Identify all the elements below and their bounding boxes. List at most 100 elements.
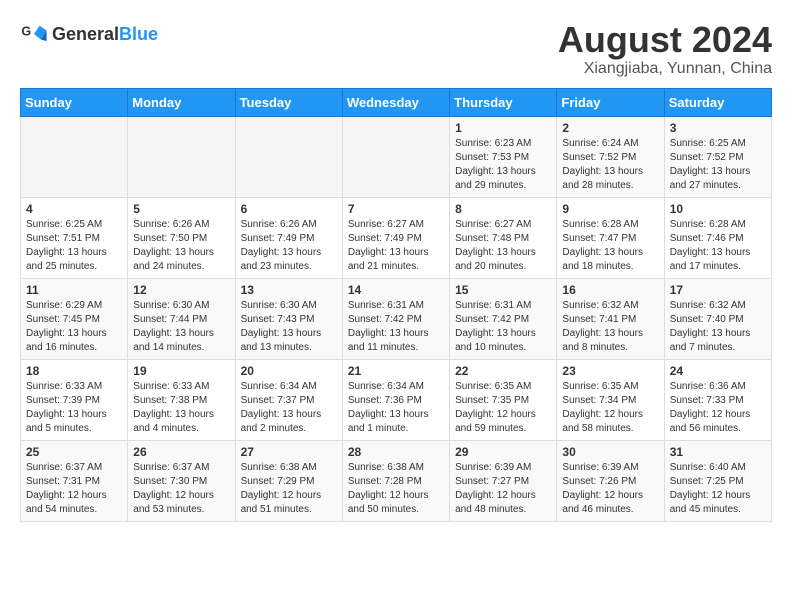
- day-info: Sunrise: 6:35 AM Sunset: 7:34 PM Dayligh…: [562, 380, 658, 436]
- calendar-cell: 8 Sunrise: 6:27 AM Sunset: 7:48 PM Daylig…: [450, 197, 557, 278]
- day-number: 28: [348, 445, 444, 459]
- calendar-cell: 18 Sunrise: 6:33 AM Sunset: 7:39 PM Dayli…: [21, 359, 128, 440]
- day-number: 7: [348, 202, 444, 216]
- calendar-cell: 26 Sunrise: 6:37 AM Sunset: 7:30 PM Dayli…: [128, 440, 235, 521]
- day-info: Sunrise: 6:25 AM Sunset: 7:51 PM Dayligh…: [26, 218, 122, 274]
- day-info: Sunrise: 6:39 AM Sunset: 7:26 PM Dayligh…: [562, 461, 658, 517]
- day-info: Sunrise: 6:35 AM Sunset: 7:35 PM Dayligh…: [455, 380, 551, 436]
- header-day-thursday: Thursday: [450, 88, 557, 116]
- calendar-cell: 20 Sunrise: 6:34 AM Sunset: 7:37 PM Dayli…: [235, 359, 342, 440]
- day-info: Sunrise: 6:31 AM Sunset: 7:42 PM Dayligh…: [348, 299, 444, 355]
- day-number: 27: [241, 445, 337, 459]
- calendar-cell: 23 Sunrise: 6:35 AM Sunset: 7:34 PM Dayli…: [557, 359, 664, 440]
- calendar-cell: 2 Sunrise: 6:24 AM Sunset: 7:52 PM Daylig…: [557, 116, 664, 197]
- day-info: Sunrise: 6:30 AM Sunset: 7:43 PM Dayligh…: [241, 299, 337, 355]
- day-number: 17: [670, 283, 766, 297]
- calendar-cell: 4Sunrise: 6:25 AM Sunset: 7:51 PM Daylig…: [21, 197, 128, 278]
- day-number: 16: [562, 283, 658, 297]
- calendar-cell: [342, 116, 449, 197]
- day-number: 26: [133, 445, 229, 459]
- day-number: 20: [241, 364, 337, 378]
- calendar-cell: 10Sunrise: 6:28 AM Sunset: 7:46 PM Dayli…: [664, 197, 771, 278]
- day-number: 5: [133, 202, 229, 216]
- calendar-cell: 11Sunrise: 6:29 AM Sunset: 7:45 PM Dayli…: [21, 278, 128, 359]
- day-number: 29: [455, 445, 551, 459]
- calendar-header-row: SundayMondayTuesdayWednesdayThursdayFrid…: [21, 88, 772, 116]
- calendar-cell: 3 Sunrise: 6:25 AM Sunset: 7:52 PM Daylig…: [664, 116, 771, 197]
- header-day-sunday: Sunday: [21, 88, 128, 116]
- calendar-table: SundayMondayTuesdayWednesdayThursdayFrid…: [20, 88, 772, 522]
- day-number: 13: [241, 283, 337, 297]
- day-info: Sunrise: 6:34 AM Sunset: 7:36 PM Dayligh…: [348, 380, 444, 436]
- day-number: 24: [670, 364, 766, 378]
- header-day-tuesday: Tuesday: [235, 88, 342, 116]
- calendar-cell: 27 Sunrise: 6:38 AM Sunset: 7:29 PM Dayli…: [235, 440, 342, 521]
- page-title: August 2024: [558, 20, 772, 60]
- day-info: Sunrise: 6:37 AM Sunset: 7:30 PM Dayligh…: [133, 461, 229, 517]
- page-subtitle: Xiangjiaba, Yunnan, China: [558, 60, 772, 78]
- day-info: Sunrise: 6:33 AM Sunset: 7:39 PM Dayligh…: [26, 380, 122, 436]
- day-info: Sunrise: 6:34 AM Sunset: 7:37 PM Dayligh…: [241, 380, 337, 436]
- day-info: Sunrise: 6:30 AM Sunset: 7:44 PM Dayligh…: [133, 299, 229, 355]
- day-number: 23: [562, 364, 658, 378]
- calendar-cell: 22Sunrise: 6:35 AM Sunset: 7:35 PM Dayli…: [450, 359, 557, 440]
- day-number: 11: [26, 283, 122, 297]
- day-info: Sunrise: 6:38 AM Sunset: 7:29 PM Dayligh…: [241, 461, 337, 517]
- calendar-cell: 16 Sunrise: 6:32 AM Sunset: 7:41 PM Dayli…: [557, 278, 664, 359]
- calendar-cell: 13 Sunrise: 6:30 AM Sunset: 7:43 PM Dayli…: [235, 278, 342, 359]
- calendar-week-2: 4Sunrise: 6:25 AM Sunset: 7:51 PM Daylig…: [21, 197, 772, 278]
- day-number: 19: [133, 364, 229, 378]
- day-number: 18: [26, 364, 122, 378]
- day-info: Sunrise: 6:25 AM Sunset: 7:52 PM Dayligh…: [670, 137, 766, 193]
- day-info: Sunrise: 6:28 AM Sunset: 7:47 PM Dayligh…: [562, 218, 658, 274]
- day-number: 30: [562, 445, 658, 459]
- day-number: 2: [562, 121, 658, 135]
- day-number: 15: [455, 283, 551, 297]
- day-info: Sunrise: 6:27 AM Sunset: 7:48 PM Dayligh…: [455, 218, 551, 274]
- calendar-cell: 12Sunrise: 6:30 AM Sunset: 7:44 PM Dayli…: [128, 278, 235, 359]
- day-info: Sunrise: 6:27 AM Sunset: 7:49 PM Dayligh…: [348, 218, 444, 274]
- calendar-cell: 5 Sunrise: 6:26 AM Sunset: 7:50 PM Daylig…: [128, 197, 235, 278]
- logo-icon: G: [20, 20, 48, 48]
- calendar-cell: 31Sunrise: 6:40 AM Sunset: 7:25 PM Dayli…: [664, 440, 771, 521]
- calendar-cell: [21, 116, 128, 197]
- calendar-week-5: 25Sunrise: 6:37 AM Sunset: 7:31 PM Dayli…: [21, 440, 772, 521]
- calendar-cell: 15 Sunrise: 6:31 AM Sunset: 7:42 PM Dayli…: [450, 278, 557, 359]
- logo-text: GeneralBlue: [52, 24, 158, 45]
- calendar-cell: 19 Sunrise: 6:33 AM Sunset: 7:38 PM Dayli…: [128, 359, 235, 440]
- day-number: 3: [670, 121, 766, 135]
- header-day-saturday: Saturday: [664, 88, 771, 116]
- calendar-week-1: 1Sunrise: 6:23 AM Sunset: 7:53 PM Daylig…: [21, 116, 772, 197]
- logo-general: General: [52, 24, 119, 44]
- day-info: Sunrise: 6:31 AM Sunset: 7:42 PM Dayligh…: [455, 299, 551, 355]
- logo-blue: Blue: [119, 24, 158, 44]
- day-info: Sunrise: 6:39 AM Sunset: 7:27 PM Dayligh…: [455, 461, 551, 517]
- day-info: Sunrise: 6:33 AM Sunset: 7:38 PM Dayligh…: [133, 380, 229, 436]
- calendar-cell: 14 Sunrise: 6:31 AM Sunset: 7:42 PM Dayli…: [342, 278, 449, 359]
- calendar-cell: 6Sunrise: 6:26 AM Sunset: 7:49 PM Daylig…: [235, 197, 342, 278]
- calendar-cell: 17Sunrise: 6:32 AM Sunset: 7:40 PM Dayli…: [664, 278, 771, 359]
- day-info: Sunrise: 6:36 AM Sunset: 7:33 PM Dayligh…: [670, 380, 766, 436]
- day-number: 14: [348, 283, 444, 297]
- calendar-cell: [235, 116, 342, 197]
- calendar-cell: 29 Sunrise: 6:39 AM Sunset: 7:27 PM Dayli…: [450, 440, 557, 521]
- day-number: 9: [562, 202, 658, 216]
- day-info: Sunrise: 6:32 AM Sunset: 7:41 PM Dayligh…: [562, 299, 658, 355]
- day-info: Sunrise: 6:23 AM Sunset: 7:53 PM Dayligh…: [455, 137, 551, 193]
- calendar-cell: 25Sunrise: 6:37 AM Sunset: 7:31 PM Dayli…: [21, 440, 128, 521]
- calendar-cell: 9 Sunrise: 6:28 AM Sunset: 7:47 PM Daylig…: [557, 197, 664, 278]
- day-info: Sunrise: 6:26 AM Sunset: 7:49 PM Dayligh…: [241, 218, 337, 274]
- header: G GeneralBlue August 2024 Xiangjiaba, Yu…: [20, 20, 772, 78]
- calendar-week-3: 11Sunrise: 6:29 AM Sunset: 7:45 PM Dayli…: [21, 278, 772, 359]
- header-day-monday: Monday: [128, 88, 235, 116]
- day-info: Sunrise: 6:37 AM Sunset: 7:31 PM Dayligh…: [26, 461, 122, 517]
- logo: G GeneralBlue: [20, 20, 158, 48]
- day-info: Sunrise: 6:26 AM Sunset: 7:50 PM Dayligh…: [133, 218, 229, 274]
- calendar-cell: 7 Sunrise: 6:27 AM Sunset: 7:49 PM Daylig…: [342, 197, 449, 278]
- day-number: 21: [348, 364, 444, 378]
- calendar-cell: 1Sunrise: 6:23 AM Sunset: 7:53 PM Daylig…: [450, 116, 557, 197]
- day-info: Sunrise: 6:24 AM Sunset: 7:52 PM Dayligh…: [562, 137, 658, 193]
- calendar-cell: 28Sunrise: 6:38 AM Sunset: 7:28 PM Dayli…: [342, 440, 449, 521]
- day-number: 8: [455, 202, 551, 216]
- svg-text:G: G: [21, 24, 31, 38]
